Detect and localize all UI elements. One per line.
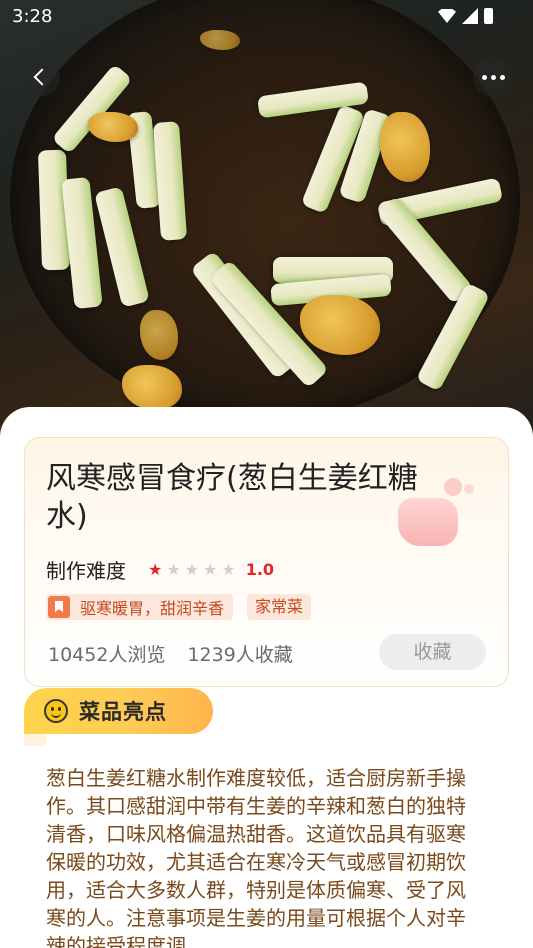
signal-icon <box>462 8 478 24</box>
bookmark-icon <box>48 596 70 618</box>
more-options-button[interactable] <box>473 57 513 97</box>
difficulty-row: 制作难度 ★ ★ ★ ★ ★ 1.0 <box>46 555 274 584</box>
star-icon: ★ <box>148 559 163 579</box>
smile-icon <box>44 699 68 723</box>
rating-value: 1.0 <box>245 560 275 579</box>
battery-icon <box>484 8 493 24</box>
category-tag: 家常菜 <box>247 594 312 620</box>
collect-button[interactable]: 收藏 <box>379 634 486 670</box>
feature-tag: 驱寒暖胃，甜润辛香 <box>46 594 234 620</box>
highlights-badge: 菜品亮点 <box>24 688 213 734</box>
status-icons <box>438 8 493 24</box>
star-icon: ★ <box>184 559 200 579</box>
stats-row: 10452人浏览 1239人收藏 <box>48 640 293 667</box>
status-time: 3:28 <box>12 6 53 27</box>
recipe-hero-image <box>0 0 533 440</box>
star-icon: ★ <box>221 559 236 579</box>
rating-stars: ★ ★ ★ ★ ★ <box>148 559 236 579</box>
chevron-left-icon <box>33 68 51 86</box>
wifi-icon <box>438 9 456 23</box>
more-dots-icon <box>481 74 505 80</box>
recipe-title: 风寒感冒食疗(葱白生姜红糖水) <box>46 461 418 534</box>
badge-tail <box>24 734 46 746</box>
star-icon: ★ <box>166 559 181 579</box>
ginger-slice <box>122 365 182 410</box>
views-count: 10452人浏览 <box>48 644 166 666</box>
highlights-label: 菜品亮点 <box>79 700 167 724</box>
back-button[interactable] <box>20 57 60 97</box>
tags-row: 驱寒暖胃，甜润辛香 家常菜 <box>46 594 312 620</box>
highlights-description: 葱白生姜红糖水制作难度较低，适合厨房新手操作。其口感甜润中带有生姜的辛辣和葱白的… <box>46 766 466 948</box>
favorites-count: 1239人收藏 <box>187 644 293 666</box>
difficulty-label: 制作难度 <box>46 559 126 583</box>
feature-tag-label: 驱寒暖胃，甜润辛香 <box>80 599 225 618</box>
star-icon: ★ <box>203 559 218 579</box>
